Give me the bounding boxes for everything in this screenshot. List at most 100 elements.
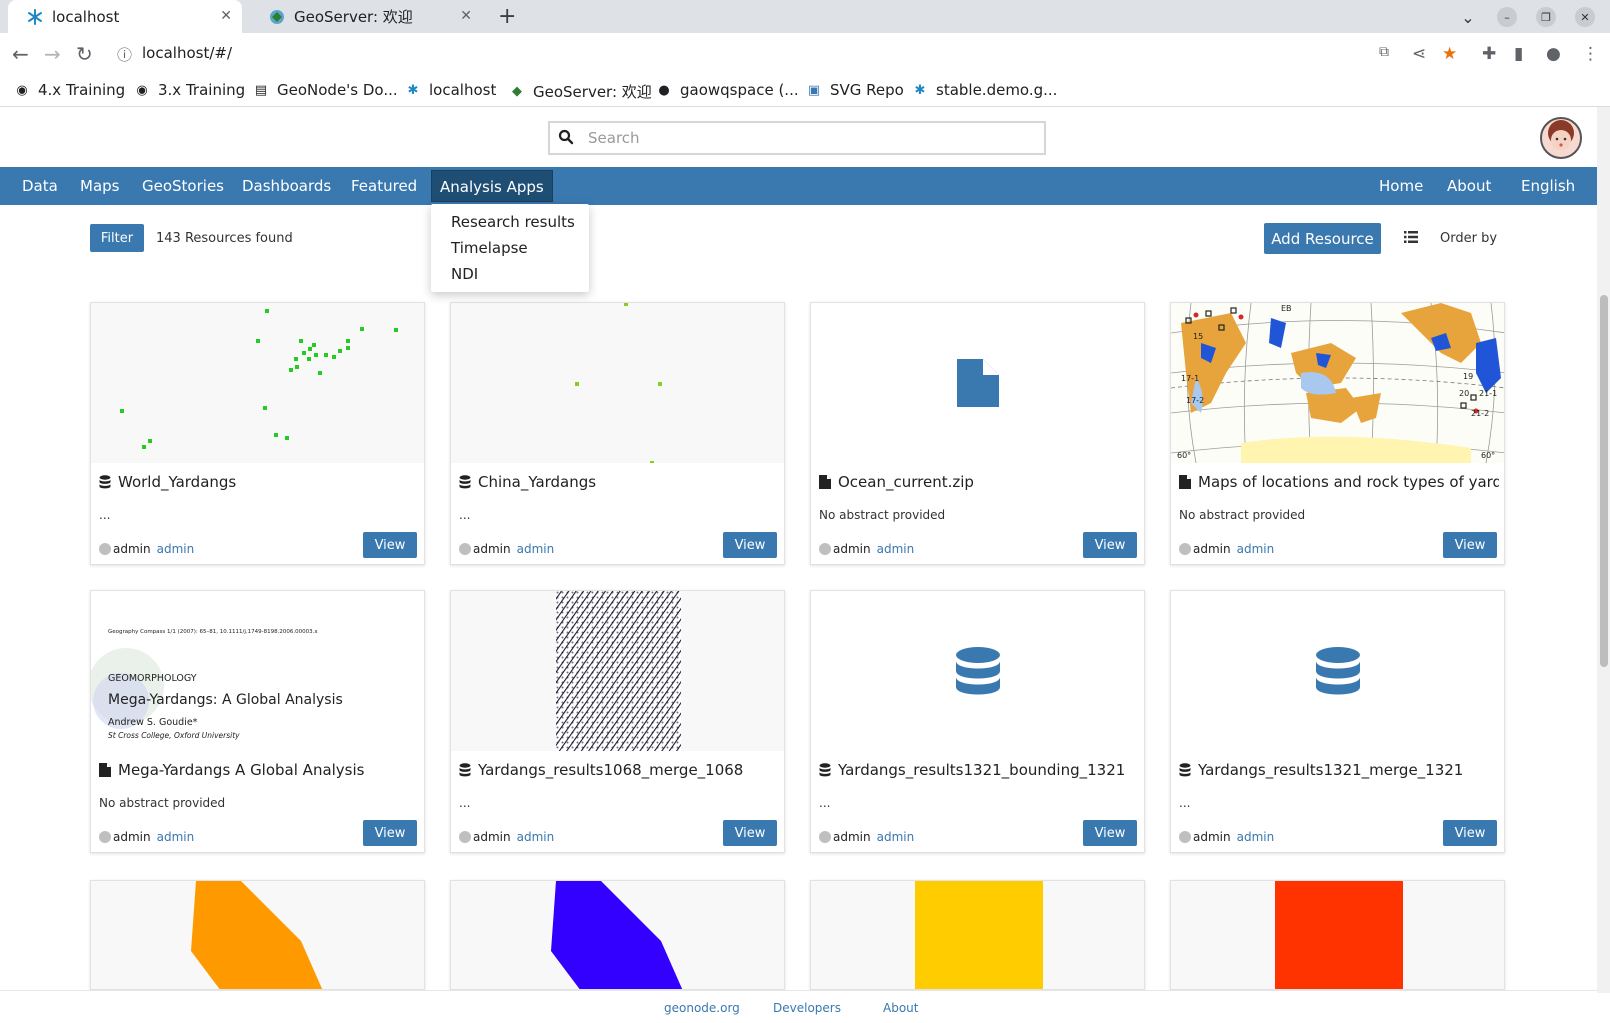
close-window-icon[interactable]: ✕ xyxy=(1575,7,1595,27)
resource-card[interactable] xyxy=(450,880,785,990)
profile-icon[interactable]: ● xyxy=(1546,44,1561,64)
bookmark-item[interactable]: ▣ SVG Repo xyxy=(806,81,904,99)
restore-icon[interactable]: ❐ xyxy=(1536,7,1556,27)
geonode-logo-icon: ✱ xyxy=(407,82,419,98)
minimize-icon[interactable]: – xyxy=(1497,7,1517,27)
nav-featured[interactable]: Featured xyxy=(351,167,417,205)
resource-card[interactable]: Yardangs_results1068_merge_1068 ... admi… xyxy=(450,590,785,853)
search-input[interactable] xyxy=(588,126,1028,150)
close-tab-icon[interactable]: ✕ xyxy=(220,8,232,24)
resource-card[interactable]: Geography Compass 1/1 (2007): 65–81, 10.… xyxy=(90,590,425,853)
reload-icon[interactable]: ↻ xyxy=(76,42,93,66)
page-scrollbar[interactable] xyxy=(1597,107,1610,993)
nav-language[interactable]: English xyxy=(1521,167,1575,205)
order-by-dropdown[interactable]: Order by xyxy=(1440,231,1497,246)
menu-item-research-results[interactable]: Research results xyxy=(451,213,575,231)
nav-about[interactable]: About xyxy=(1447,167,1491,205)
bookmark-item[interactable]: ◆ GeoServer: 欢迎 xyxy=(509,81,652,102)
nav-geostories[interactable]: GeoStories xyxy=(142,167,224,205)
owner-link[interactable]: admin xyxy=(877,542,915,556)
resource-card[interactable] xyxy=(90,880,425,990)
list-view-icon[interactable] xyxy=(1404,231,1418,243)
tab-search-chevron-icon[interactable]: ⌄ xyxy=(1458,7,1478,27)
nav-maps[interactable]: Maps xyxy=(80,167,119,205)
site-info-icon[interactable]: ⓘ xyxy=(117,44,132,65)
back-icon[interactable]: ← xyxy=(12,42,29,66)
nav-dashboards[interactable]: Dashboards xyxy=(242,167,331,205)
card-owner: admin admin xyxy=(459,830,554,844)
card-title[interactable]: Maps of locations and rock types of yard… xyxy=(1179,473,1499,491)
close-tab-icon[interactable]: ✕ xyxy=(460,8,472,24)
bookmark-item[interactable]: ● gaowqspace (... xyxy=(656,81,798,99)
card-owner: admin admin xyxy=(819,542,914,556)
owner-link[interactable]: admin xyxy=(517,830,555,844)
view-button[interactable]: View xyxy=(363,532,417,558)
menu-kebab-icon[interactable]: ⋮ xyxy=(1582,44,1599,64)
svgrepo-icon: ▣ xyxy=(807,82,821,98)
browser-tab-geoserver[interactable]: GeoServer: 欢迎 ✕ xyxy=(250,0,482,33)
search-icon xyxy=(558,129,574,145)
owner-avatar-icon xyxy=(819,543,831,555)
card-title[interactable]: Yardangs_results1321_bounding_1321 xyxy=(819,761,1139,779)
bookmark-item[interactable]: ▤ GeoNode's Do... xyxy=(253,81,398,99)
view-button[interactable]: View xyxy=(363,820,417,846)
view-button[interactable]: View xyxy=(723,820,777,846)
menu-item-timelapse[interactable]: Timelapse xyxy=(451,239,528,257)
card-title[interactable]: World_Yardangs xyxy=(99,473,419,491)
owner-avatar-icon xyxy=(1179,543,1191,555)
resource-card[interactable]: Yardangs_results1321_merge_1321 ... admi… xyxy=(1170,590,1505,853)
browser-tab-localhost[interactable]: localhost ✕ xyxy=(8,0,242,33)
view-button[interactable]: View xyxy=(1083,532,1137,558)
nav-analysis-apps[interactable]: Analysis Apps xyxy=(431,170,553,202)
owner-link[interactable]: admin xyxy=(157,542,195,556)
footer-link-about[interactable]: About xyxy=(883,1001,918,1015)
resource-card[interactable]: 15 17-1 17-2 19 20 21-1 21-2 EB 60° 60° … xyxy=(1170,302,1505,565)
nav-data[interactable]: Data xyxy=(22,167,58,205)
view-button[interactable]: View xyxy=(1443,820,1497,846)
extensions-icon[interactable]: ✚ xyxy=(1482,44,1496,64)
footer-link-geonode[interactable]: geonode.org xyxy=(664,1001,740,1015)
card-title[interactable]: China_Yardangs xyxy=(459,473,779,491)
bookmark-item[interactable]: ✱ stable.demo.g... xyxy=(912,81,1058,99)
resource-card[interactable]: Ocean_current.zip No abstract provided a… xyxy=(810,302,1145,565)
search-bar[interactable] xyxy=(548,121,1046,155)
svg-text:15: 15 xyxy=(1193,332,1203,341)
view-button[interactable]: View xyxy=(1083,820,1137,846)
footer-link-developers[interactable]: Developers xyxy=(773,1001,841,1015)
resource-card[interactable]: China_Yardangs ... admin admin View xyxy=(450,302,785,565)
card-title[interactable]: Yardangs_results1068_merge_1068 xyxy=(459,761,779,779)
bookmark-star-icon[interactable]: ★ xyxy=(1442,44,1457,64)
view-button[interactable]: View xyxy=(1443,532,1497,558)
share-icon[interactable]: ⋖ xyxy=(1412,44,1426,64)
card-thumbnail xyxy=(451,303,784,463)
user-avatar[interactable] xyxy=(1540,117,1582,159)
card-title[interactable]: Mega-Yardangs A Global Analysis xyxy=(99,761,419,779)
github-icon: ● xyxy=(658,82,670,98)
address-bar[interactable]: localhost/#/ xyxy=(142,44,232,62)
side-panel-icon[interactable]: ▮ xyxy=(1514,44,1523,64)
forward-icon[interactable]: → xyxy=(44,42,61,66)
owner-link[interactable]: admin xyxy=(877,830,915,844)
new-tab-icon[interactable]: + xyxy=(498,4,516,29)
nav-home[interactable]: Home xyxy=(1379,167,1423,205)
owner-link[interactable]: admin xyxy=(517,542,555,556)
resource-card[interactable] xyxy=(810,880,1145,990)
resource-card[interactable]: World_Yardangs ... admin admin View xyxy=(90,302,425,565)
filter-button[interactable]: Filter xyxy=(90,224,144,252)
bookmark-item[interactable]: ◉ 4.x Training xyxy=(14,81,125,99)
scrollbar-thumb[interactable] xyxy=(1600,295,1608,667)
translate-icon[interactable]: ⧉ xyxy=(1379,44,1389,60)
owner-link[interactable]: admin xyxy=(1237,830,1275,844)
view-button[interactable]: View xyxy=(723,532,777,558)
menu-item-ndi[interactable]: NDI xyxy=(451,265,478,283)
card-title[interactable]: Yardangs_results1321_merge_1321 xyxy=(1179,761,1499,779)
resource-card[interactable]: Yardangs_results1321_bounding_1321 ... a… xyxy=(810,590,1145,853)
svg-text:17-1: 17-1 xyxy=(1181,374,1199,383)
add-resource-button[interactable]: Add Resource xyxy=(1264,223,1381,254)
owner-link[interactable]: admin xyxy=(1237,542,1275,556)
owner-link[interactable]: admin xyxy=(157,830,195,844)
resource-card[interactable] xyxy=(1170,880,1505,990)
card-title[interactable]: Ocean_current.zip xyxy=(819,473,1139,491)
bookmark-item[interactable]: ◉ 3.x Training xyxy=(134,81,245,99)
bookmark-item[interactable]: ✱ localhost xyxy=(405,81,497,99)
